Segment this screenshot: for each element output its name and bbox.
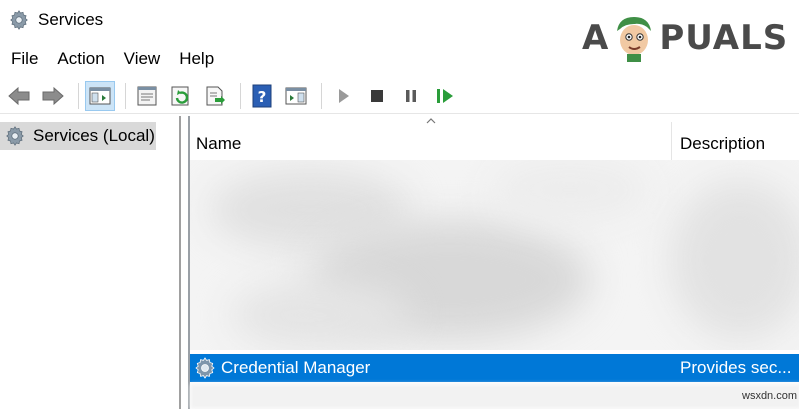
stop-service-button[interactable] bbox=[362, 81, 392, 111]
properties-button[interactable] bbox=[132, 81, 162, 111]
column-header-row: Name Description bbox=[190, 118, 799, 160]
sort-ascending-icon bbox=[426, 118, 436, 124]
service-name: Credential Manager bbox=[221, 358, 371, 377]
column-divider[interactable] bbox=[671, 122, 672, 160]
tree-node-services-local[interactable]: Services (Local) bbox=[0, 122, 156, 150]
back-button[interactable] bbox=[4, 81, 34, 111]
toolbar-separator bbox=[125, 82, 126, 109]
help-icon: ? bbox=[252, 84, 272, 107]
restart-service-button[interactable] bbox=[430, 81, 460, 111]
properties-icon bbox=[137, 86, 157, 105]
console-tree-icon bbox=[89, 87, 111, 104]
start-service-icon bbox=[339, 88, 349, 103]
site-credit: wsxdn.com bbox=[742, 390, 798, 402]
svg-text:?: ? bbox=[258, 88, 267, 106]
console-tree-pane: Services (Local) bbox=[0, 116, 181, 409]
refresh-icon bbox=[171, 86, 189, 105]
export-list-icon bbox=[206, 86, 225, 105]
export-list-button[interactable] bbox=[200, 81, 230, 111]
back-arrow-icon bbox=[8, 86, 30, 105]
action-pane-button[interactable] bbox=[281, 81, 311, 111]
table-row-selected[interactable]: Credential Manager Provides sec... bbox=[190, 354, 799, 382]
services-gear-icon bbox=[6, 126, 24, 146]
blurred-service-rows bbox=[190, 160, 799, 350]
menu-action[interactable]: Action bbox=[50, 45, 111, 73]
mascot-face-icon bbox=[617, 17, 652, 62]
menu-bar: File Action View Help bbox=[0, 44, 226, 74]
service-gear-icon bbox=[195, 357, 215, 379]
tree-node-label: Services (Local) bbox=[33, 126, 155, 145]
restart-service-icon bbox=[437, 88, 453, 103]
help-button[interactable]: ? bbox=[247, 81, 277, 111]
menu-file[interactable]: File bbox=[4, 45, 45, 73]
pause-service-icon bbox=[406, 89, 416, 102]
services-list-pane: Name Description Credential Manager Prov… bbox=[188, 116, 799, 409]
column-header-description[interactable]: Description bbox=[680, 134, 765, 154]
toolbar-separator bbox=[78, 82, 79, 109]
show-hide-console-tree-button[interactable] bbox=[85, 80, 115, 111]
start-service-button[interactable] bbox=[328, 81, 358, 111]
watermark-text-left: A bbox=[582, 18, 610, 58]
stop-service-icon bbox=[371, 89, 383, 102]
toolbar: ? bbox=[0, 78, 799, 114]
forward-button[interactable] bbox=[38, 81, 68, 111]
forward-arrow-icon bbox=[42, 86, 64, 105]
menu-help[interactable]: Help bbox=[172, 45, 221, 73]
menu-view[interactable]: View bbox=[117, 45, 168, 73]
service-description: Provides sec... bbox=[680, 358, 792, 377]
appuals-watermark: A PUALS bbox=[582, 10, 794, 66]
toolbar-separator bbox=[240, 82, 241, 109]
watermark-text-right: PUALS bbox=[659, 18, 789, 58]
action-pane-icon bbox=[285, 87, 307, 104]
services-gear-icon bbox=[10, 10, 28, 30]
toolbar-separator bbox=[321, 82, 322, 109]
pause-service-button[interactable] bbox=[396, 81, 426, 111]
table-row[interactable] bbox=[190, 384, 799, 409]
refresh-button[interactable] bbox=[166, 81, 196, 111]
window-title: Services bbox=[38, 10, 104, 29]
column-header-name[interactable]: Name bbox=[196, 134, 241, 154]
